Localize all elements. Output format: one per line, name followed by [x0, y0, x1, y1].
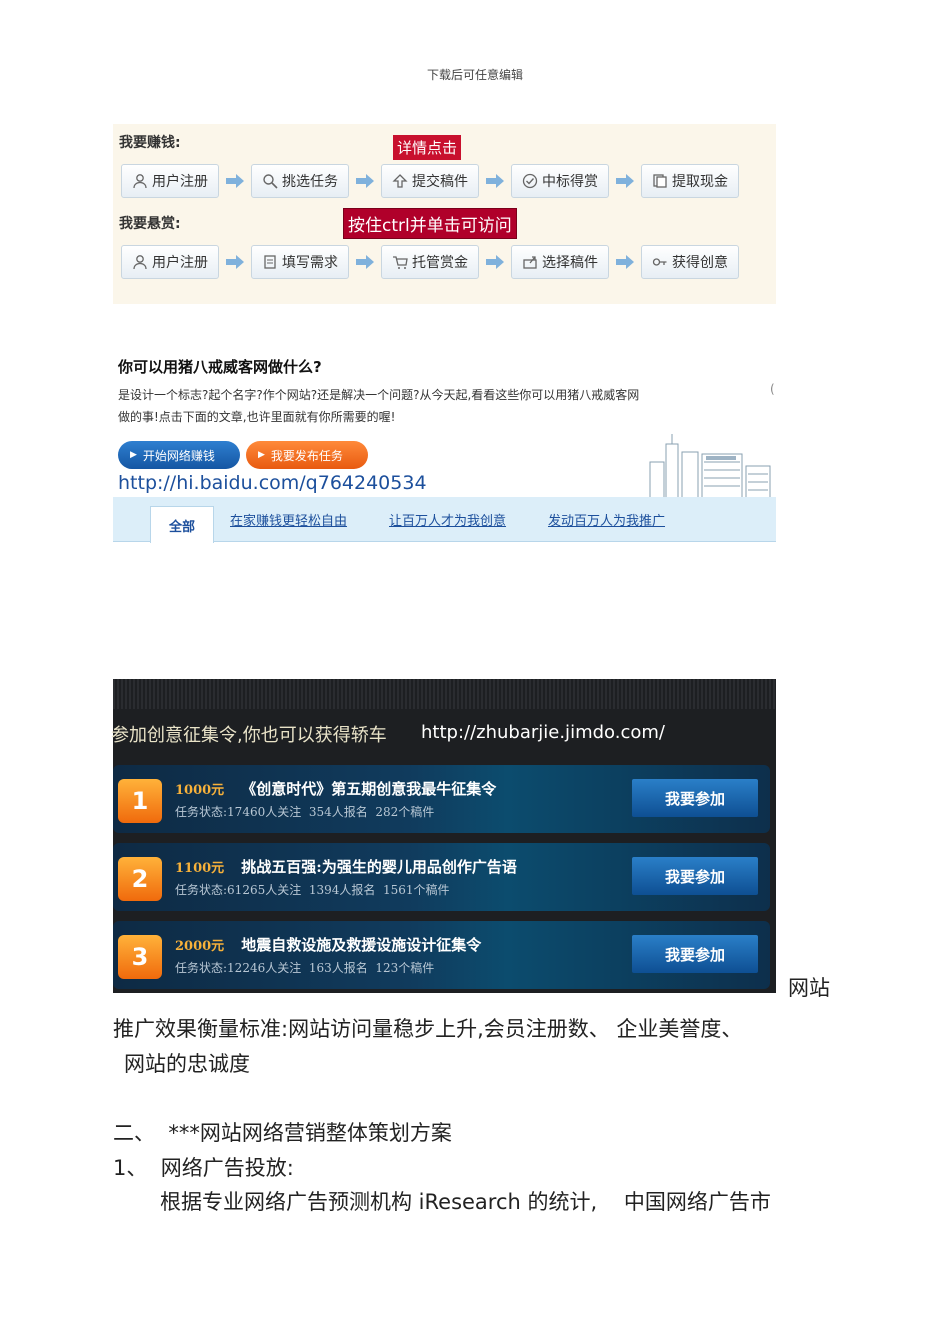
search-icon: [262, 173, 278, 189]
check-circle-icon: [522, 173, 538, 189]
body-line2: 推广效果衡量标准:网站访问量稳步上升,会员注册数、 企业美誉度、: [113, 1017, 743, 1041]
play-icon: ▶: [130, 450, 137, 460]
document-icon: [262, 254, 278, 270]
body-line3: 网站的忠诚度: [124, 1052, 250, 1076]
baidu-url-link[interactable]: http://hi.baidu.com/q764240534: [118, 472, 427, 494]
banner-url[interactable]: http://zhubarjie.jimdo.com/: [421, 722, 665, 743]
tab-link-million-promote[interactable]: 发动百万人为我推广: [548, 510, 665, 529]
reward-label: 我要悬赏:: [119, 216, 181, 232]
banner-stripe: [113, 679, 776, 709]
arrow-right-icon: [349, 245, 381, 279]
task-status: 任务状态:12246人关注 163人报名 123个稿件: [175, 961, 435, 975]
intro-desc-line2: 做的事!点击下面的文章,也许里面就有你所需要的喔!: [118, 410, 396, 424]
publish-task-label: 我要发布任务: [270, 448, 343, 463]
item-heading-1: 1、 网络广告投放:: [113, 1156, 294, 1180]
start-earning-label: 开始网络赚钱: [142, 448, 215, 463]
header-note: 下载后可任意编辑: [426, 68, 523, 82]
cart-icon: [392, 254, 408, 270]
join-button[interactable]: 我要参加: [632, 935, 758, 973]
join-button[interactable]: 我要参加: [632, 857, 758, 895]
earn-step-register[interactable]: 用户注册: [121, 164, 219, 198]
task-title[interactable]: 挑战五百强:为强生的婴儿用品创作广告语: [241, 858, 517, 876]
copy-icon: [652, 173, 668, 189]
step-label: 托管赏金: [412, 255, 468, 271]
arrow-right-icon: [349, 164, 381, 198]
task-title[interactable]: 《创意时代》第五期创意我最牛征集令: [241, 780, 496, 798]
publish-task-button[interactable]: ▶ 我要发布任务: [246, 441, 368, 469]
item-paragraph-1: 根据专业网络广告预测机构 iResearch 的统计, 中国网络广告市: [160, 1190, 771, 1214]
tab-link-earn-home[interactable]: 在家赚钱更轻松自由: [230, 510, 347, 529]
scroll-mark: (: [770, 382, 775, 396]
arrow-right-icon: [479, 164, 511, 198]
step-label: 提交稿件: [412, 174, 468, 190]
reward-step-register[interactable]: 用户注册: [121, 245, 219, 279]
arrow-right-icon: [219, 245, 251, 279]
city-buildings-icon: [646, 432, 776, 502]
reward-steps: 用户注册 填写需求 托管赏金 选择稿件 获得创意: [121, 245, 739, 279]
reward-step-select[interactable]: 选择稿件: [511, 245, 609, 279]
tab-all[interactable]: 全部: [150, 506, 214, 543]
reward-step-get-idea[interactable]: 获得创意: [641, 245, 739, 279]
reward-step-escrow[interactable]: 托管赏金: [381, 245, 479, 279]
task-number: 3: [118, 935, 162, 979]
step-label: 用户注册: [152, 255, 208, 271]
earn-step-withdraw[interactable]: 提取现金: [641, 164, 739, 198]
intro-desc-line1: 是设计一个标志?起个名字?作个网站?还是解决一个问题?从今天起,看看这些你可以用…: [118, 388, 640, 402]
earn-steps: 用户注册 挑选任务 提交稿件 中标得赏 提取现金: [121, 164, 739, 198]
start-earning-button[interactable]: ▶ 开始网络赚钱: [118, 441, 240, 469]
user-icon: [132, 254, 148, 270]
intro-description: 是设计一个标志?起个名字?作个网站?还是解决一个问题?从今天起,看看这些你可以用…: [118, 384, 758, 428]
step-label: 用户注册: [152, 174, 208, 190]
section-heading-2: 二、 ***网站网络营销整体策划方案: [113, 1121, 452, 1145]
arrow-right-icon: [479, 245, 511, 279]
reward-step-fill-needs[interactable]: 填写需求: [251, 245, 349, 279]
task-status: 任务状态:17460人关注 354人报名 282个稿件: [175, 805, 435, 819]
share-icon: [522, 254, 538, 270]
task-heading: 1000元 《创意时代》第五期创意我最牛征集令: [175, 778, 496, 799]
task-number: 2: [118, 857, 162, 901]
step-label: 选择稿件: [542, 255, 598, 271]
intro-title: 你可以用猪八戒威客网做什么?: [118, 358, 322, 376]
task-number: 1: [118, 779, 162, 823]
step-label: 挑选任务: [282, 174, 338, 190]
ctrl-tag: 按住ctrl并单击可访问: [343, 208, 517, 239]
earn-label: 我要赚钱:: [119, 135, 181, 151]
task-status: 任务状态:61265人关注 1394人报名 1561个稿件: [175, 883, 450, 897]
play-icon: ▶: [258, 450, 265, 460]
detail-tag[interactable]: 详情点击: [393, 135, 462, 160]
upload-icon: [392, 173, 408, 189]
key-icon: [652, 254, 668, 270]
task-title[interactable]: 地震自救设施及救援设施设计征集令: [241, 936, 481, 954]
task-price: 1000元: [175, 783, 225, 798]
step-label: 提取现金: [672, 174, 728, 190]
step-label: 填写需求: [282, 255, 338, 271]
task-price: 2000元: [175, 939, 225, 954]
tab-link-million-talent[interactable]: 让百万人才为我创意: [389, 510, 506, 529]
body-line1-tail: 网站: [788, 976, 830, 1000]
join-button[interactable]: 我要参加: [632, 779, 758, 817]
arrow-right-icon: [609, 164, 641, 198]
user-icon: [132, 173, 148, 189]
task-heading: 2000元 地震自救设施及救援设施设计征集令: [175, 934, 481, 955]
earn-step-win[interactable]: 中标得赏: [511, 164, 609, 198]
task-heading: 1100元 挑战五百强:为强生的婴儿用品创作广告语: [175, 856, 517, 877]
step-label: 中标得赏: [542, 174, 598, 190]
task-price: 1100元: [175, 861, 225, 876]
arrow-right-icon: [219, 164, 251, 198]
banner-slogan: 参加创意征集令,你也可以获得轿车: [111, 725, 387, 746]
step-label: 获得创意: [672, 255, 728, 271]
earn-step-pick-task[interactable]: 挑选任务: [251, 164, 349, 198]
earn-step-submit[interactable]: 提交稿件: [381, 164, 479, 198]
arrow-right-icon: [609, 245, 641, 279]
